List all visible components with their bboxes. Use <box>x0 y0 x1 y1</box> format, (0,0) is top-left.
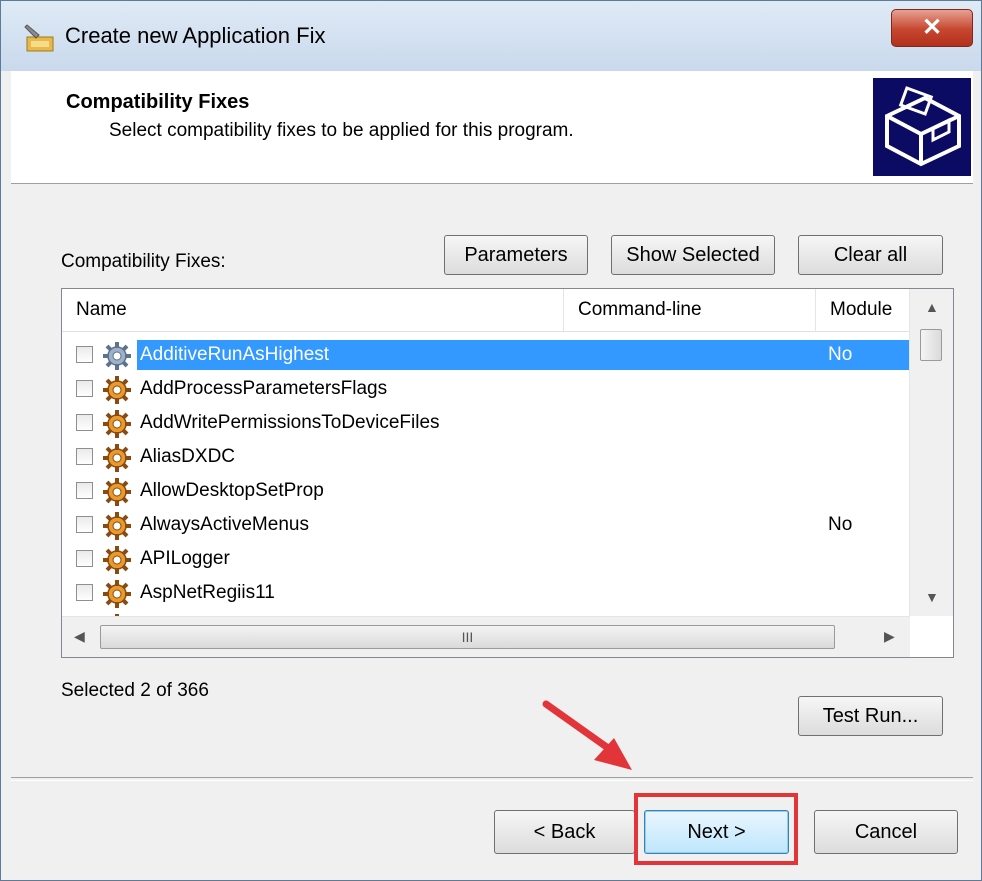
window-title: Create new Application Fix <box>65 23 326 48</box>
table-row[interactable]: AspNetRegiis11 <box>62 577 910 611</box>
next-highlight-box <box>634 793 798 865</box>
row-checkbox[interactable] <box>76 584 93 601</box>
gear-icon <box>103 512 131 540</box>
gear-icon <box>103 478 131 506</box>
vertical-scrollbar[interactable]: ▲ ▼ <box>909 289 953 616</box>
fixes-rows: AdditiveRunAsHighest No AddProcessParamete… <box>62 339 910 645</box>
fixes-list[interactable]: Name Command-line Module AdditiveRunAsHi… <box>61 288 954 658</box>
close-icon: ✕ <box>921 14 943 41</box>
fix-name: AspNetRegiis11 <box>140 582 275 603</box>
column-header-name[interactable]: Name <box>62 289 564 331</box>
app-fix-icon <box>24 24 54 52</box>
horizontal-scroll-thumb[interactable]: III <box>100 625 835 649</box>
table-row[interactable]: AdditiveRunAsHighest No <box>62 339 910 373</box>
parameters-button[interactable]: Parameters <box>444 235 588 275</box>
clear-all-button[interactable]: Clear all <box>798 235 943 275</box>
table-row[interactable]: AddProcessParametersFlags <box>62 373 910 407</box>
dialog-window: Create new Application Fix ✕ Compatibili… <box>0 0 982 881</box>
horizontal-scrollbar[interactable]: ◀ III ▶ <box>62 616 910 657</box>
scroll-down-icon[interactable]: ▼ <box>925 589 939 605</box>
page-subtitle: Select compatibility fixes to be applied… <box>109 120 574 141</box>
table-row[interactable]: AddWritePermissionsToDeviceFiles <box>62 407 910 441</box>
table-row[interactable]: AllowDesktopSetProp <box>62 475 910 509</box>
cancel-button[interactable]: Cancel <box>814 810 958 854</box>
title-bar: Create new Application Fix ✕ <box>1 1 981 71</box>
annotation-arrow-icon <box>542 700 632 770</box>
fixes-panel: Compatibility Fixes: Parameters Show Sel… <box>11 184 973 777</box>
scroll-left-icon[interactable]: ◀ <box>74 628 85 645</box>
scroll-up-icon[interactable]: ▲ <box>925 299 939 315</box>
gear-icon <box>103 376 131 404</box>
row-checkbox[interactable] <box>76 346 93 363</box>
fix-name: AllowDesktopSetProp <box>140 480 324 501</box>
scroll-right-icon[interactable]: ▶ <box>884 628 895 645</box>
show-selected-button[interactable]: Show Selected <box>611 235 775 275</box>
table-row[interactable]: APILogger <box>62 543 910 577</box>
fix-name: AdditiveRunAsHighest <box>140 344 330 365</box>
gear-icon <box>103 580 131 608</box>
fixes-label: Compatibility Fixes: <box>61 251 226 272</box>
row-checkbox[interactable] <box>76 482 93 499</box>
wizard-graphic-icon <box>873 78 971 176</box>
row-checkbox[interactable] <box>76 448 93 465</box>
vertical-scroll-thumb[interactable] <box>920 329 942 361</box>
fix-name: AliasDXDC <box>140 446 236 467</box>
fix-name: AddProcessParametersFlags <box>140 378 388 399</box>
footer-divider <box>11 777 973 781</box>
row-checkbox[interactable] <box>76 516 93 533</box>
fix-name: AddWritePermissionsToDeviceFiles <box>140 412 440 433</box>
fix-name: AlwaysActiveMenus <box>140 514 309 535</box>
row-checkbox[interactable] <box>76 550 93 567</box>
row-checkbox[interactable] <box>76 414 93 431</box>
gear-icon <box>103 546 131 574</box>
table-row[interactable]: AliasDXDC <box>62 441 910 475</box>
close-button[interactable]: ✕ <box>891 9 973 47</box>
fix-module: No <box>828 344 853 365</box>
list-header: Name Command-line Module <box>62 289 910 332</box>
fix-module: No <box>828 514 853 535</box>
test-run-button[interactable]: Test Run... <box>798 696 943 736</box>
fix-name: APILogger <box>140 548 230 569</box>
gear-icon <box>103 444 131 472</box>
table-row[interactable]: AlwaysActiveMenus No <box>62 509 910 543</box>
page-title: Compatibility Fixes <box>66 91 250 113</box>
row-checkbox[interactable] <box>76 380 93 397</box>
gear-icon <box>103 410 131 438</box>
column-header-command-line[interactable]: Command-line <box>564 289 816 331</box>
column-header-module[interactable]: Module <box>816 289 910 331</box>
back-button[interactable]: < Back <box>494 810 635 854</box>
gear-icon <box>103 342 131 370</box>
selection-status: Selected 2 of 366 <box>61 680 209 701</box>
wizard-header: Compatibility Fixes Select compatibility… <box>11 71 973 184</box>
